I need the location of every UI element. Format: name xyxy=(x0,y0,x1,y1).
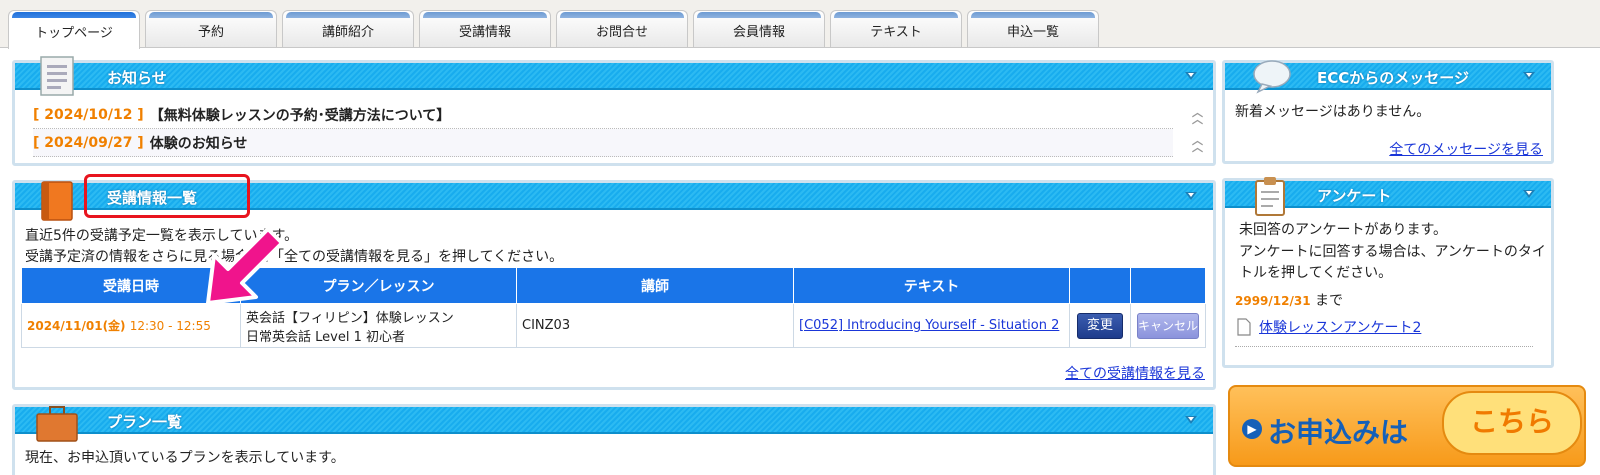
news-item[interactable]: [ 2024/10/12 ] 【無料体験レッスンの予約･受講方法について】 ︿ ︿ xyxy=(33,101,1203,129)
survey-line-1: 未回答のアンケートがあります。 xyxy=(1239,222,1448,238)
deadline-suffix: まで xyxy=(1315,293,1344,309)
tab-member-info[interactable]: 会員情報 xyxy=(693,10,825,48)
tab-top[interactable]: トップページ xyxy=(8,10,140,49)
news-text[interactable]: 体験のお知らせ xyxy=(150,133,248,153)
survey-link[interactable]: 体験レッスンアンケート2 xyxy=(1259,317,1421,337)
collapse-icon[interactable] xyxy=(1185,416,1197,424)
lesson-name: 日常英会話 Level 1 初心者 xyxy=(246,329,405,345)
messages-empty: 新着メッセージはありません。 xyxy=(1235,104,1431,120)
chevron-up-icon[interactable]: ︿ ︿ xyxy=(1192,135,1203,153)
news-text[interactable]: 【無料体験レッスンの予約･受講方法について】 xyxy=(150,105,451,125)
document-icon xyxy=(40,56,74,96)
collapse-icon[interactable] xyxy=(1185,72,1197,80)
news-panel: お知らせ [ 2024/10/12 ] 【無料体験レッスンの予約･受講方法につい… xyxy=(12,60,1216,166)
news-title: お知らせ xyxy=(107,69,167,87)
plans-panel: プラン一覧 現在、お申込頂いているプランを表示しています。 xyxy=(12,404,1216,475)
cancel-button[interactable]: キャンセル xyxy=(1137,312,1199,339)
tab-reservation[interactable]: 予約 xyxy=(145,10,277,48)
tab-applications[interactable]: 申込一覧 xyxy=(967,10,1099,48)
change-button[interactable]: 変更 xyxy=(1077,312,1123,339)
clipboard-icon xyxy=(1255,177,1285,216)
divider xyxy=(1235,346,1533,347)
col-teacher: 講師 xyxy=(516,267,794,304)
survey-line-2: アンケートに回答する場合は、アンケートのタイ xyxy=(1239,244,1546,260)
plans-intro: 現在、お申込頂いているプランを表示しています。 xyxy=(25,450,345,466)
deadline-date: 2999/12/31 xyxy=(1235,294,1311,308)
arrow-icon xyxy=(206,227,284,305)
news-header[interactable]: お知らせ xyxy=(15,63,1213,90)
lesson-date: 2024/11/01(金) xyxy=(27,319,126,333)
apply-text: お申込みは xyxy=(1268,416,1409,449)
col-cancel xyxy=(1130,267,1206,304)
collapse-icon[interactable] xyxy=(1523,190,1535,198)
tab-teachers[interactable]: 講師紹介 xyxy=(282,10,414,48)
lesson-time: 12:30 - 12:55 xyxy=(129,319,211,333)
text-link[interactable]: [C052] Introducing Yourself - Situation … xyxy=(799,318,1059,333)
survey-title: アンケート xyxy=(1317,187,1392,205)
plans-header[interactable]: プラン一覧 xyxy=(15,407,1213,434)
lesson-teacher: CINZ03 xyxy=(516,303,794,348)
speech-bubble-icon xyxy=(1253,60,1291,94)
news-item[interactable]: [ 2024/09/27 ] 体験のお知らせ ︿ ︿ xyxy=(33,129,1203,157)
main-tabs: トップページ 予約 講師紹介 受講情報 お問合せ 会員情報 テキスト 申込一覧 xyxy=(8,10,1099,49)
collapse-icon[interactable] xyxy=(1523,72,1535,80)
survey-deadline: 2999/12/31 まで xyxy=(1235,290,1343,310)
apply-banner[interactable]: ▶ お申込みは こちら xyxy=(1228,385,1586,467)
news-date: [ 2024/10/12 ] xyxy=(33,106,144,123)
messages-title: ECCからのメッセージ xyxy=(1317,69,1469,87)
tab-text[interactable]: テキスト xyxy=(830,10,962,48)
chevron-up-icon[interactable]: ︿ ︿ xyxy=(1192,107,1203,125)
play-icon: ▶ xyxy=(1242,419,1262,439)
lesson-text: [C052] Introducing Yourself - Situation … xyxy=(793,303,1070,348)
page-icon xyxy=(1237,318,1251,336)
tab-lesson-info[interactable]: 受講情報 xyxy=(419,10,551,48)
collapse-icon[interactable] xyxy=(1185,192,1197,200)
highlight-box xyxy=(84,174,250,218)
col-change xyxy=(1069,267,1131,304)
apply-bubble: こちら xyxy=(1442,391,1582,455)
change-cell: 変更 xyxy=(1069,303,1131,348)
lessons-intro-2: 受講予定済の情報をさらに見る場合は、「全ての受講情報を見る」を押してください。 xyxy=(25,249,564,265)
cancel-cell: キャンセル xyxy=(1130,303,1206,348)
all-lessons-link[interactable]: 全ての受講情報を見る xyxy=(1065,363,1205,383)
briefcase-icon xyxy=(36,406,78,442)
book-icon xyxy=(41,181,73,221)
news-date: [ 2024/09/27 ] xyxy=(33,134,144,151)
survey-line-3: トルを押してください。 xyxy=(1239,265,1393,281)
all-messages-link[interactable]: 全てのメッセージを見る xyxy=(1389,139,1543,159)
col-text: テキスト xyxy=(793,267,1070,304)
tab-contact[interactable]: お問合せ xyxy=(556,10,688,48)
plans-title: プラン一覧 xyxy=(107,413,183,431)
